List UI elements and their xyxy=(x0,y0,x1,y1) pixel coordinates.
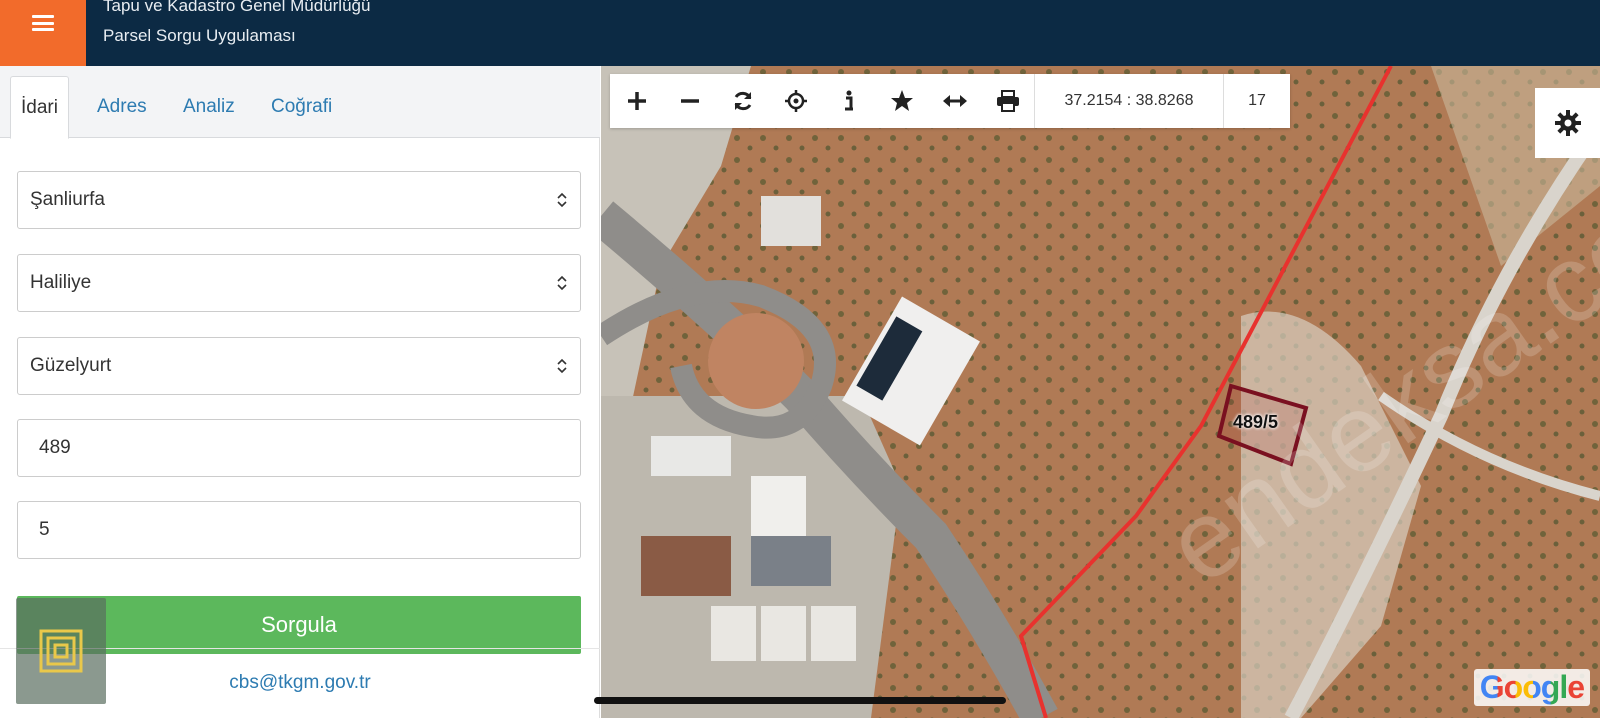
menu-button[interactable] xyxy=(0,0,86,66)
parcel-input[interactable]: 5 xyxy=(17,501,581,559)
neighborhood-select[interactable]: Güzelyurt xyxy=(17,337,581,395)
home-indicator xyxy=(594,697,1006,704)
select-arrows-icon xyxy=(557,192,567,208)
hamburger-icon xyxy=(32,15,54,31)
block-input[interactable]: 489 xyxy=(17,419,581,477)
settings-button[interactable] xyxy=(1535,88,1600,158)
neighborhood-value: Güzelyurt xyxy=(30,355,112,376)
tab-cografi[interactable]: Coğrafi xyxy=(261,76,342,138)
select-arrows-icon xyxy=(557,358,567,374)
google-attribution: Google xyxy=(1473,669,1590,706)
organization-title: Tapu ve Kadastro Genel Müdürlüğü xyxy=(103,0,371,15)
tab-adres[interactable]: Adres xyxy=(87,76,157,138)
query-sidebar: İdari Adres Analiz Coğrafi Şanliurfa Hal… xyxy=(0,66,600,718)
district-select[interactable]: Haliliye xyxy=(17,254,581,312)
province-value: Şanliurfa xyxy=(30,189,105,210)
parcel-value: 5 xyxy=(39,519,50,540)
parcel-label: 489/5 xyxy=(1233,412,1279,432)
block-value: 489 xyxy=(39,437,71,458)
zoom-level: 17 xyxy=(1248,92,1266,109)
info-icon[interactable] xyxy=(822,74,875,128)
zoom-in-icon[interactable] xyxy=(610,74,663,128)
province-select[interactable]: Şanliurfa xyxy=(17,171,581,229)
zoom-out-icon[interactable] xyxy=(663,74,716,128)
refresh-icon[interactable] xyxy=(716,74,769,128)
measure-icon[interactable] xyxy=(928,74,981,128)
app-title: Parsel Sorgu Uygulaması xyxy=(103,26,296,45)
app-header: Tapu ve Kadastro Genel Müdürlüğü Parsel … xyxy=(0,0,1600,66)
district-value: Haliliye xyxy=(30,272,92,293)
gear-icon xyxy=(1554,110,1581,136)
watermark-logo xyxy=(16,598,106,704)
map-imagery xyxy=(601,66,1600,718)
map-toolbar: 37.2154 : 38.8268 17 xyxy=(610,74,1290,128)
bookmark-star-icon[interactable] xyxy=(875,74,928,128)
coordinate-readout: 37.2154 : 38.8268 xyxy=(1034,74,1224,128)
tab-bar: İdari Adres Analiz Coğrafi xyxy=(0,66,600,139)
locate-icon[interactable] xyxy=(769,74,822,128)
google-logo-text: Google xyxy=(1479,669,1585,705)
print-icon[interactable] xyxy=(981,74,1034,128)
tab-idari[interactable]: İdari xyxy=(10,76,69,139)
select-arrows-icon xyxy=(557,275,567,291)
satellite-map[interactable]: endeksa.com 489/5 37.2154 : 38.8268 17 xyxy=(601,66,1600,718)
logo-icon xyxy=(39,629,83,673)
tab-analiz[interactable]: Analiz xyxy=(173,76,245,138)
